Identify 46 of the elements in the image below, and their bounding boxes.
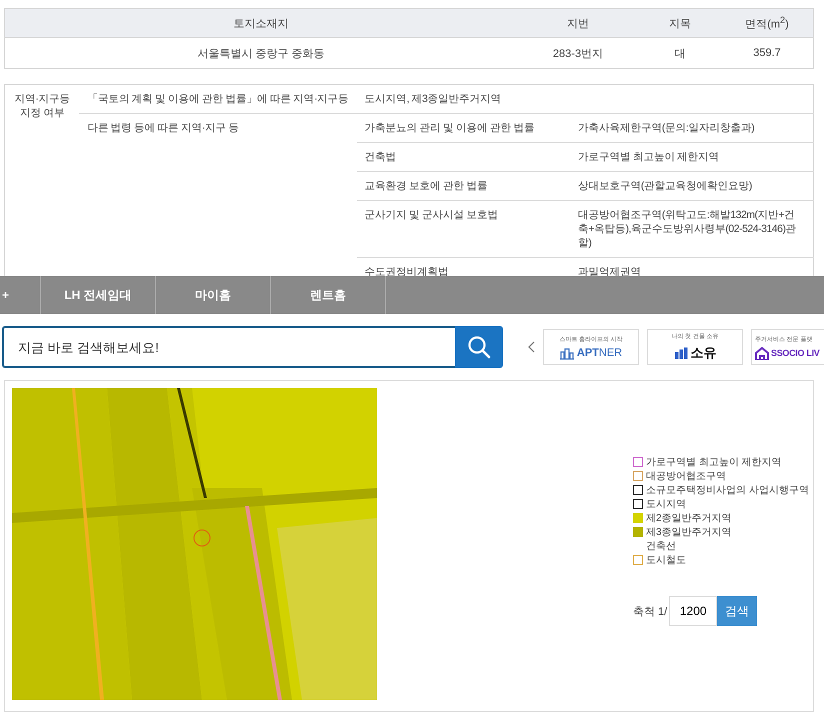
legend-label: 대공방어협조구역 xyxy=(646,470,726,483)
table-cell: 「국토의 계획 및 이용에 관한 법률」에 따른 지역·지구등 xyxy=(79,84,357,114)
table-cell: 군사기지 및 군사시설 보호법 xyxy=(356,200,570,258)
table-cell: 359.7 xyxy=(721,38,814,68)
table-cell: 교육환경 보호에 관한 법률 xyxy=(356,172,570,200)
legend-label: 건축선 xyxy=(646,540,676,553)
column-header: 토지소재지 xyxy=(4,8,517,38)
bar-chart-icon xyxy=(674,346,688,360)
table-cell: 대 xyxy=(639,38,721,68)
search-field[interactable]: 지금 바로 검색해보세요! xyxy=(2,326,455,368)
previous-button[interactable] xyxy=(528,341,535,353)
legend-label: 제2종일반주거지역 xyxy=(646,512,732,525)
legend-label: 소규모주택정비사업의 사업시행구역 xyxy=(646,484,809,497)
column-header: 지목 xyxy=(639,8,721,38)
table-cell: 도시지역, 제3종일반주거지역 xyxy=(356,84,814,114)
partner-logo: 소유 xyxy=(690,344,716,362)
chevron-left-icon xyxy=(528,341,535,353)
nav-link[interactable]: 마이홈 xyxy=(156,276,271,314)
nav-link[interactable]: 렌트홈 xyxy=(271,276,386,314)
table-cell: 가축사육제한구역(문의:일자리창출과) xyxy=(570,114,814,142)
table-cell: 283-3번지 xyxy=(517,38,639,68)
table-cell: 가로구역별 최고높이 제한지역 xyxy=(570,142,814,172)
nav-link[interactable]: + xyxy=(0,276,41,314)
table-cell: 건축법 xyxy=(356,142,570,172)
buildings-icon xyxy=(560,346,574,360)
search-button[interactable] xyxy=(455,326,503,368)
row-header: 지역·지구등 지정 여부 xyxy=(4,84,80,276)
column-header: 면적(m$^{2}$) xyxy=(721,8,814,38)
house-icon xyxy=(755,346,769,360)
search-icon xyxy=(467,335,491,359)
table-cell: 서울특별시 중랑구 중화동 xyxy=(4,38,517,68)
partner-logo: SSOCIO LIV xyxy=(771,348,820,358)
table-cell: 대공방어협조구역(위탁고도:해발132m(지반+건축+옥탑등),육군수도방위사령부(02-524-3146)관할) xyxy=(570,200,814,258)
legend-label: 제3종일반주거지역 xyxy=(646,526,732,539)
scale-field[interactable]: 1200 xyxy=(669,596,718,626)
legend-label: 가로구역별 최고높이 제한지역 xyxy=(646,456,782,469)
table-cell: 다른 법령 등에 따른 지역·지구 등 xyxy=(79,114,357,276)
scale-label: 축척 1/ xyxy=(633,604,668,618)
legend-label: 도시지역 xyxy=(646,498,686,511)
partner-logo: APTNER xyxy=(576,347,622,359)
column-header: 지번 xyxy=(517,8,639,38)
legend-label: 도시철도 xyxy=(646,554,686,567)
table-cell: 상대보호구역(관할교육청에확인요망) xyxy=(570,172,814,200)
table-cell: 가축분뇨의 관리 및 이용에 관한 법률 xyxy=(356,114,570,142)
search-button[interactable]: 검색 xyxy=(717,596,758,626)
nav-link[interactable]: LH 전세임대 xyxy=(41,276,156,314)
